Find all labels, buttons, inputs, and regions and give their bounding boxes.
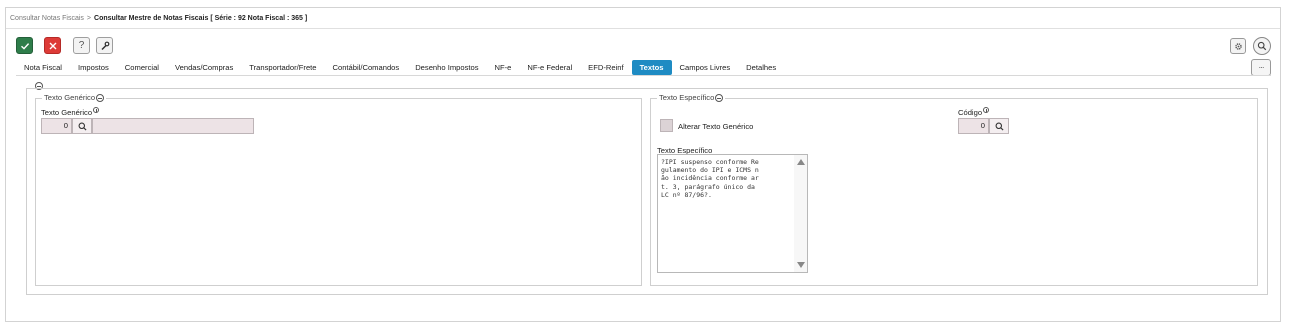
specific-search-button[interactable] — [989, 118, 1009, 134]
tab-impostos[interactable]: Impostos — [70, 60, 117, 75]
generic-field-label-text: Texto Genérico — [41, 108, 93, 117]
tab-desenho-impostos[interactable]: Desenho Impostos — [407, 60, 486, 75]
scroll-down-icon[interactable] — [797, 262, 805, 268]
tab-divider — [16, 75, 1271, 76]
alter-generic-text-label-text: Alterar Texto Genérico — [678, 122, 754, 131]
specific-legend-label: Texto Específico — [659, 93, 715, 102]
specific-text-area[interactable]: ?IPI suspenso conforme Re gulamento do I… — [657, 154, 808, 273]
page-title: Consultar Mestre de Notas Fiscais [ Séri… — [94, 15, 308, 22]
generic-search-button[interactable] — [72, 118, 92, 134]
tab-comercial[interactable]: Comercial — [117, 60, 167, 75]
header-divider — [6, 28, 1280, 29]
settings-button[interactable] — [1230, 38, 1246, 54]
generic-field-label: Texto Genérico — [41, 107, 100, 117]
more-options-button[interactable]: ··· — [1251, 59, 1271, 76]
search-icon — [995, 122, 1004, 131]
code-label-text: Código — [958, 108, 983, 117]
gear-icon — [1234, 42, 1242, 50]
info-icon[interactable] — [93, 107, 100, 113]
tab-vendas-compras[interactable]: Vendas/Compras — [167, 60, 241, 75]
close-icon — [49, 42, 56, 49]
generic-description-field — [92, 118, 254, 134]
help-button[interactable]: ? — [73, 37, 90, 54]
specific-code-field[interactable]: 0 — [958, 118, 989, 134]
cancel-button[interactable] — [44, 37, 61, 54]
tab-contabil-comandos[interactable]: Contábil/Comandos — [325, 60, 408, 75]
tab-efd-reinf[interactable]: EFD-Reinf — [580, 60, 631, 75]
generic-text-legend: Texto Genérico — [42, 93, 107, 102]
tab-transportador-frete[interactable]: Transportador/Frete — [241, 60, 324, 75]
textarea-scrollbar[interactable] — [794, 155, 807, 272]
breadcrumb-separator: > — [86, 15, 92, 22]
tab-nota-fiscal[interactable]: Nota Fiscal — [16, 60, 70, 75]
tab-nfe[interactable]: NF-e — [487, 60, 520, 75]
tab-bar: Nota Fiscal Impostos Comercial Vendas/Co… — [16, 60, 784, 75]
alter-generic-text-label: Alterar Texto Genérico — [678, 122, 753, 131]
zoom-button[interactable] — [1253, 37, 1271, 55]
tab-nfe-federal[interactable]: NF-e Federal — [519, 60, 580, 75]
collapse-icon[interactable] — [96, 93, 105, 102]
generic-code-field[interactable]: 0 — [41, 118, 72, 134]
scroll-up-icon[interactable] — [797, 159, 805, 165]
specific-text-legend: Texto Específico — [657, 93, 726, 102]
alter-generic-text-checkbox[interactable] — [660, 119, 673, 132]
search-icon — [78, 122, 87, 131]
info-icon[interactable] — [983, 107, 990, 113]
code-label: Código — [958, 107, 990, 117]
tools-button[interactable] — [96, 37, 113, 54]
check-icon — [20, 42, 29, 50]
help-label: ? — [78, 40, 85, 51]
tab-detalhes[interactable]: Detalhes — [738, 60, 784, 75]
tab-textos[interactable]: Textos — [631, 60, 672, 75]
magnifier-icon — [1257, 41, 1267, 51]
collapse-icon[interactable] — [715, 93, 724, 102]
tab-campos-livres[interactable]: Campos Livres — [672, 60, 739, 75]
breadcrumb: Consultar Notas Fiscais > Consultar Mestre… — [10, 15, 307, 22]
wrench-icon — [100, 41, 109, 50]
generic-legend-label: Texto Genérico — [44, 93, 96, 102]
breadcrumb-parent[interactable]: Consultar Notas Fiscais — [10, 15, 84, 22]
confirm-button[interactable] — [16, 37, 33, 54]
more-label: ··· — [1258, 63, 1265, 72]
